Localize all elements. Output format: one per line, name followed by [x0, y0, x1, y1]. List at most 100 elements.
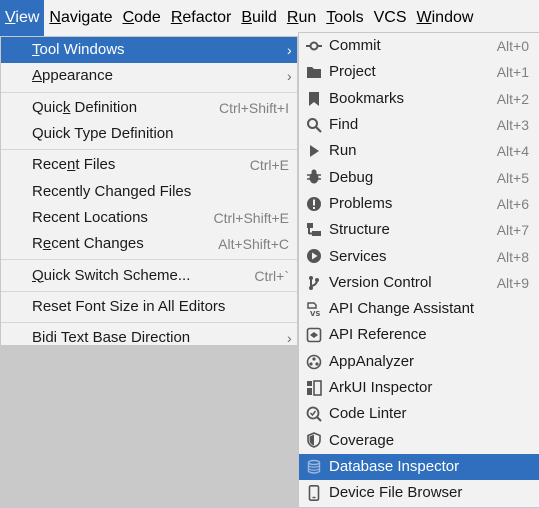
- folder-icon: [306, 64, 322, 80]
- services-icon: [306, 248, 322, 264]
- tool-window-structure[interactable]: Structure Alt+7: [299, 217, 539, 243]
- tool-window-device-file-browser[interactable]: Device File Browser: [299, 480, 539, 506]
- device-icon: [306, 485, 322, 502]
- menu-build[interactable]: Build: [236, 0, 282, 36]
- menu-run-mnemonic: R: [286, 9, 299, 26]
- menu-bar: View Navigate Code Refactor Build Run To…: [0, 0, 539, 36]
- shortcut-label: Alt+8: [496, 248, 529, 265]
- tool-window-label: AppAnalyzer: [329, 352, 415, 370]
- shortcut-label: Alt+6: [496, 195, 529, 212]
- menu-run[interactable]: Run: [282, 0, 321, 36]
- tool-window-problems[interactable]: Problems Alt+6: [299, 191, 539, 217]
- tool-window-label: Commit: [329, 37, 381, 55]
- menu-item-recent-changes[interactable]: Recent Changes Alt+Shift+C: [1, 231, 297, 257]
- menu-item-label: Recent Locations: [32, 208, 148, 226]
- menu-item-quick-definition[interactable]: Quick Definition Ctrl+Shift+I: [1, 95, 297, 121]
- branch-icon: [306, 275, 322, 291]
- menu-item-label: Quick Definition: [32, 98, 138, 116]
- tool-window-api-change-assistant[interactable]: VS API Change Assistant: [299, 296, 539, 322]
- tool-window-run[interactable]: Run Alt+4: [299, 138, 539, 164]
- tool-window-services[interactable]: Services Alt+8: [299, 243, 539, 269]
- menu-item-reset-font-size[interactable]: Reset Font Size in All Editors: [1, 294, 297, 320]
- menu-item-label: Recent Changes: [32, 235, 144, 253]
- tool-window-label: Find: [329, 116, 359, 134]
- menu-item-label: Bidi Text Base Direction: [32, 329, 191, 347]
- shortcut-label: Alt+1: [496, 64, 529, 81]
- tool-window-coverage[interactable]: Coverage: [299, 427, 539, 453]
- tool-window-version-control[interactable]: Version Control Alt+9: [299, 270, 539, 296]
- menu-item-recent-files[interactable]: Recent Files Ctrl+E: [1, 152, 297, 178]
- tool-window-bookmarks[interactable]: Bookmarks Alt+2: [299, 86, 539, 112]
- menu-navigate[interactable]: Navigate: [44, 0, 117, 36]
- inspector-icon: [306, 380, 322, 396]
- menu-code-mnemonic: C: [122, 9, 135, 26]
- menu-item-appearance[interactable]: Appearance ›: [1, 63, 297, 89]
- tool-window-api-reference[interactable]: API Reference: [299, 322, 539, 348]
- tool-window-label: Services: [329, 247, 387, 265]
- menu-view[interactable]: View: [0, 0, 45, 36]
- shortcut-label: Ctrl+Shift+I: [218, 99, 289, 116]
- menu-run-label: un: [298, 9, 317, 26]
- menu-item-quick-switch-scheme[interactable]: Quick Switch Scheme... Ctrl+`: [1, 262, 297, 288]
- menu-separator: [1, 290, 297, 292]
- tool-window-commit[interactable]: Commit Alt+0: [299, 33, 539, 59]
- commit-icon: [306, 38, 322, 54]
- chevron-right-icon: ›: [287, 329, 292, 346]
- menu-window-label: indow: [431, 9, 474, 26]
- tool-window-arkui-inspector[interactable]: ArkUI Inspector: [299, 375, 539, 401]
- menu-item-quick-type-definition[interactable]: Quick Type Definition: [1, 121, 297, 147]
- tool-window-database-inspector[interactable]: Database Inspector: [299, 453, 539, 481]
- app-analyzer-icon: [306, 354, 322, 370]
- chevron-right-icon: ›: [287, 42, 292, 58]
- bookmark-icon: [306, 91, 322, 107]
- menu-item-label: Tool Windows: [32, 41, 125, 59]
- tool-window-label: ArkUI Inspector: [329, 379, 433, 396]
- tool-window-label: API Change Assistant: [329, 300, 475, 318]
- tool-window-label: Coverage: [329, 431, 395, 449]
- menu-window-mnemonic: W: [416, 9, 432, 26]
- menu-item-label: Appearance: [32, 67, 113, 85]
- view-menu: Tool Windows › Appearance › Quick Defini…: [0, 36, 298, 346]
- menu-code[interactable]: Code: [118, 0, 166, 36]
- menu-vcs-label: VCS: [373, 9, 407, 26]
- api-reference-icon: [306, 327, 322, 343]
- tool-window-find[interactable]: Find Alt+3: [299, 112, 539, 138]
- warning-icon: [306, 196, 322, 212]
- tool-window-code-linter[interactable]: Code Linter: [299, 401, 539, 427]
- tool-window-label: Bookmarks: [329, 89, 405, 107]
- tool-window-appanalyzer[interactable]: AppAnalyzer: [299, 349, 539, 375]
- menu-refactor[interactable]: Refactor: [166, 0, 236, 36]
- menu-window[interactable]: Window: [412, 0, 479, 36]
- menu-item-recently-changed-files[interactable]: Recently Changed Files: [1, 178, 297, 204]
- tool-window-debug[interactable]: Debug Alt+5: [299, 164, 539, 190]
- menu-tools[interactable]: Tools: [321, 0, 368, 36]
- menu-item-recent-locations[interactable]: Recent Locations Ctrl+Shift+E: [1, 205, 297, 231]
- shortcut-label: Ctrl+E: [249, 157, 289, 174]
- menu-vcs[interactable]: VCS: [369, 0, 412, 36]
- structure-icon: [306, 222, 322, 238]
- tool-window-label: Code Linter: [329, 405, 407, 423]
- database-icon: [306, 459, 322, 475]
- shortcut-label: Alt+2: [496, 90, 529, 107]
- shortcut-label: Alt+9: [496, 274, 529, 291]
- menu-item-label: Reset Font Size in All Editors: [32, 297, 226, 315]
- menu-navigate-mnemonic: N: [49, 9, 61, 26]
- shortcut-label: Alt+Shift+C: [218, 236, 289, 253]
- api-change-icon: VS: [306, 301, 322, 317]
- tool-windows-submenu: Commit Alt+0 Project Alt+1 Bookmarks Alt…: [298, 32, 539, 508]
- menu-item-bidi-text-direction[interactable]: Bidi Text Base Direction ›: [1, 325, 297, 351]
- tool-window-label: Problems: [329, 194, 393, 212]
- svg-text:VS: VS: [310, 310, 320, 317]
- menu-item-label: Recently Changed Files: [32, 182, 192, 200]
- menu-item-label: Quick Type Definition: [32, 125, 174, 143]
- linter-icon: [306, 406, 322, 422]
- menu-item-label: Recent Files: [32, 156, 116, 174]
- menu-view-mnemonic: V: [5, 9, 16, 26]
- menu-separator: [1, 321, 297, 323]
- menu-item-tool-windows[interactable]: Tool Windows ›: [1, 37, 297, 64]
- shortcut-label: Alt+4: [496, 143, 529, 160]
- menu-build-mnemonic: B: [241, 9, 252, 26]
- tool-window-project[interactable]: Project Alt+1: [299, 59, 539, 85]
- shortcut-label: Alt+3: [496, 117, 529, 134]
- menu-item-label: Quick Switch Scheme...: [32, 266, 191, 284]
